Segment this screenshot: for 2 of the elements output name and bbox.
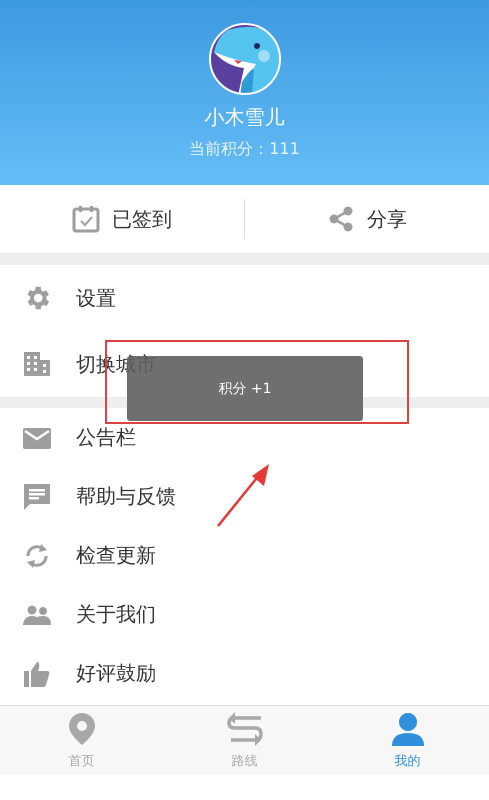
user-name: 小木雪儿 [204,104,284,131]
points-label: 当前积分：111 [189,139,300,160]
